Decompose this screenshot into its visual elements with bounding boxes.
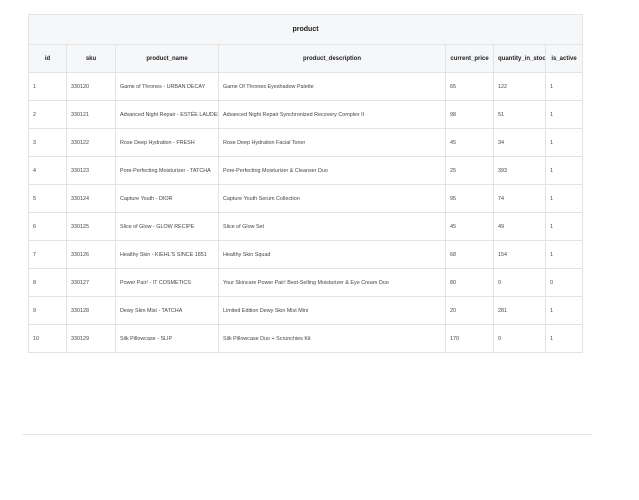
cell-sku: 330127 xyxy=(66,268,116,297)
cell-quantity-in-stock: 49 xyxy=(493,212,546,241)
cell-quantity-in-stock: 0 xyxy=(493,268,546,297)
cell-quantity-in-stock: 0 xyxy=(493,324,546,353)
cell-is-active: 1 xyxy=(544,240,584,269)
cell-current-price: 68 xyxy=(445,240,494,269)
cell-is-active: 1 xyxy=(544,296,584,325)
product-table: product id sku product_name product_desc… xyxy=(27,14,584,353)
cell-current-price: 25 xyxy=(445,156,494,185)
cell-quantity-in-stock: 281 xyxy=(493,296,546,325)
cell-sku: 330128 xyxy=(66,296,116,325)
cell-product-description: Your Skincare Power Pair! Best-Selling M… xyxy=(218,268,446,297)
cell-quantity-in-stock: 154 xyxy=(493,240,546,269)
table-header-row: id sku product_name product_description … xyxy=(28,44,584,73)
cell-product-description: Pore-Perfecting Moisturizer & Cleanser D… xyxy=(218,156,446,185)
cell-sku: 330120 xyxy=(66,72,116,101)
cell-id: 3 xyxy=(28,128,67,157)
table-row[interactable]: 4 330123 Pore-Perfecting Moisturizer - T… xyxy=(28,156,584,185)
cell-current-price: 45 xyxy=(445,212,494,241)
cell-is-active: 1 xyxy=(544,184,584,213)
cell-id: 6 xyxy=(28,212,67,241)
cell-quantity-in-stock: 51 xyxy=(493,100,546,129)
cell-is-active: 1 xyxy=(544,324,584,353)
cell-product-description: Rose Deep Hydration Facial Toner xyxy=(218,128,446,157)
cell-quantity-in-stock: 74 xyxy=(493,184,546,213)
cell-is-active: 1 xyxy=(544,100,584,129)
cell-product-description: Slice of Glow Set xyxy=(218,212,446,241)
column-header-sku[interactable]: sku xyxy=(66,44,116,73)
table-row[interactable]: 8 330127 Power Pair! - IT COSMETICS Your… xyxy=(28,268,584,297)
cell-product-description: Limited Edition Dewy Skin Mist Mini xyxy=(218,296,446,325)
cell-product-name: Pore-Perfecting Moisturizer - TATCHA xyxy=(115,156,219,185)
cell-quantity-in-stock: 122 xyxy=(493,72,546,101)
column-header-id[interactable]: id xyxy=(28,44,67,73)
cell-is-active: 1 xyxy=(544,72,584,101)
cell-current-price: 45 xyxy=(445,128,494,157)
column-header-current-price[interactable]: current_price xyxy=(445,44,494,73)
table-row[interactable]: 7 330126 Healthy Skin - KIEHL'S SINCE 18… xyxy=(28,240,584,269)
cell-id: 7 xyxy=(28,240,67,269)
cell-product-description: Capture Youth Serum Collection xyxy=(218,184,446,213)
cell-current-price: 98 xyxy=(445,100,494,129)
cell-product-name: Advanced Night Repair - ESTÉE LAUDER xyxy=(115,100,219,129)
cell-product-name: Slice of Glow - GLOW RECIPE xyxy=(115,212,219,241)
cell-id: 2 xyxy=(28,100,67,129)
table-row[interactable]: 5 330124 Capture Youth - DIOR Capture Yo… xyxy=(28,184,584,213)
table-row[interactable]: 3 330122 Rose Deep Hydration - FRESH Ros… xyxy=(28,128,584,157)
cell-is-active: 1 xyxy=(544,156,584,185)
cell-sku: 330121 xyxy=(66,100,116,129)
cell-id: 1 xyxy=(28,72,67,101)
table-title: product xyxy=(27,14,584,45)
cell-is-active: 1 xyxy=(544,212,584,241)
cell-sku: 330124 xyxy=(66,184,116,213)
cell-product-name: Power Pair! - IT COSMETICS xyxy=(115,268,219,297)
table-row[interactable]: 6 330125 Slice of Glow - GLOW RECIPE Sli… xyxy=(28,212,584,241)
cell-sku: 330129 xyxy=(66,324,116,353)
cell-id: 9 xyxy=(28,296,67,325)
table-row[interactable]: 2 330121 Advanced Night Repair - ESTÉE L… xyxy=(28,100,584,129)
cell-sku: 330125 xyxy=(66,212,116,241)
cell-quantity-in-stock: 393 xyxy=(493,156,546,185)
column-header-product-description[interactable]: product_description xyxy=(218,44,446,73)
column-header-quantity-in-stock[interactable]: quantity_in_stock xyxy=(493,44,546,73)
cell-id: 10 xyxy=(28,324,67,353)
cell-product-description: Silk Pillowcase Duo + Scrunchies Kit xyxy=(218,324,446,353)
cell-sku: 330126 xyxy=(66,240,116,269)
cell-product-name: Rose Deep Hydration - FRESH xyxy=(115,128,219,157)
cell-product-name: Dewy Skin Mist - TATCHA xyxy=(115,296,219,325)
cell-product-name: Healthy Skin - KIEHL'S SINCE 1851 xyxy=(115,240,219,269)
cell-product-description: Game Of Thrones Eyeshadow Palette xyxy=(218,72,446,101)
cell-product-name: Capture Youth - DIOR xyxy=(115,184,219,213)
cell-sku: 330122 xyxy=(66,128,116,157)
cell-sku: 330123 xyxy=(66,156,116,185)
bottom-divider xyxy=(22,434,592,435)
cell-is-active: 0 xyxy=(544,268,584,297)
cell-is-active: 1 xyxy=(544,128,584,157)
cell-quantity-in-stock: 34 xyxy=(493,128,546,157)
cell-product-name: Game of Thrones - URBAN DECAY xyxy=(115,72,219,101)
table-row[interactable]: 10 330129 Silk Pillowcase - SLIP Silk Pi… xyxy=(28,324,584,353)
column-header-is-active[interactable]: is_active xyxy=(544,44,584,73)
table-title-row: product xyxy=(27,14,584,45)
cell-product-description: Advanced Night Repair Synchronized Recov… xyxy=(218,100,446,129)
cell-current-price: 65 xyxy=(445,72,494,101)
cell-product-name: Silk Pillowcase - SLIP xyxy=(115,324,219,353)
column-header-product-name[interactable]: product_name xyxy=(115,44,219,73)
cell-current-price: 20 xyxy=(445,296,494,325)
cell-id: 5 xyxy=(28,184,67,213)
cell-current-price: 95 xyxy=(445,184,494,213)
table-row[interactable]: 9 330128 Dewy Skin Mist - TATCHA Limited… xyxy=(28,296,584,325)
cell-id: 8 xyxy=(28,268,67,297)
product-table-container: product id sku product_name product_desc… xyxy=(27,14,584,353)
cell-current-price: 170 xyxy=(445,324,494,353)
table-row[interactable]: 1 330120 Game of Thrones - URBAN DECAY G… xyxy=(28,72,584,101)
cell-product-description: Healthy Skin Squad xyxy=(218,240,446,269)
cell-id: 4 xyxy=(28,156,67,185)
cell-current-price: 80 xyxy=(445,268,494,297)
